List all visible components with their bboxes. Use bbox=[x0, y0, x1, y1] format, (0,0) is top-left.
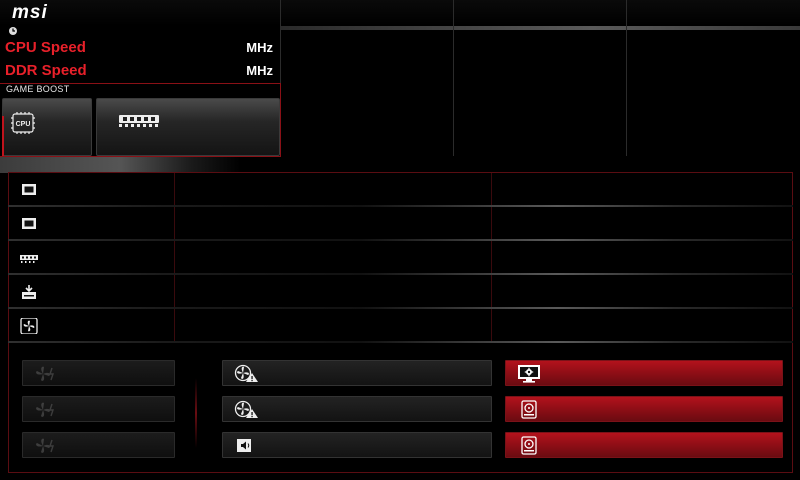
fan-control-button[interactable] bbox=[22, 432, 175, 458]
hdd-icon bbox=[521, 436, 537, 455]
column-divider bbox=[491, 309, 492, 343]
column-divider bbox=[174, 275, 175, 309]
clock-icon bbox=[9, 27, 17, 35]
device-list bbox=[8, 173, 793, 349]
ddr-speed-unit: MHz bbox=[246, 63, 273, 78]
column-divider bbox=[491, 241, 492, 275]
ddr-speed-row: DDR Speed MHz bbox=[5, 62, 277, 82]
cpu-speed-label: CPU Speed bbox=[5, 39, 86, 56]
monitor-icon bbox=[22, 184, 36, 195]
cpu-speed-unit: MHz bbox=[246, 40, 273, 55]
fan-icon bbox=[36, 402, 54, 417]
button-accent bbox=[2, 116, 4, 156]
ddr-speed-label: DDR Speed bbox=[5, 62, 87, 79]
fan-control-button[interactable] bbox=[22, 360, 175, 386]
list-row[interactable] bbox=[8, 173, 793, 207]
fan-icon bbox=[36, 438, 54, 453]
monitor-icon bbox=[22, 218, 36, 229]
list-row[interactable] bbox=[8, 309, 793, 343]
monitor-settings-button[interactable] bbox=[505, 360, 783, 386]
list-row[interactable] bbox=[8, 207, 793, 241]
game-boost-label: GAME BOOST bbox=[6, 84, 70, 94]
header-separator bbox=[453, 0, 454, 156]
speaker-icon bbox=[237, 439, 251, 452]
cpu-chip-icon: CPU bbox=[11, 112, 35, 134]
hdd-icon bbox=[521, 400, 537, 419]
memory-profile-button[interactable] bbox=[96, 98, 280, 156]
fan-warning-icon bbox=[234, 400, 258, 418]
section-band bbox=[0, 157, 800, 173]
audio-button[interactable] bbox=[222, 432, 492, 458]
storage-icon bbox=[22, 285, 36, 299]
frame-bottom bbox=[8, 472, 793, 473]
monitor-settings-icon bbox=[518, 365, 540, 383]
list-row[interactable] bbox=[8, 241, 793, 275]
fan-control-button[interactable] bbox=[22, 396, 175, 422]
column-divider bbox=[491, 207, 492, 241]
row-separator bbox=[8, 341, 793, 343]
header-separator bbox=[626, 0, 627, 156]
fan-warning-icon bbox=[234, 364, 258, 382]
storage-button[interactable] bbox=[505, 396, 783, 422]
fan-warning-button[interactable] bbox=[222, 360, 492, 386]
column-divider bbox=[174, 241, 175, 275]
fan-icon bbox=[36, 366, 54, 381]
cpu-speed-row: CPU Speed MHz bbox=[5, 39, 277, 59]
column-divider bbox=[174, 309, 175, 343]
memory-icon bbox=[20, 255, 38, 263]
column-divider bbox=[174, 173, 175, 207]
memory-module-icon bbox=[119, 115, 159, 127]
top-bar bbox=[0, 0, 800, 26]
fan-icon bbox=[20, 318, 38, 334]
cpu-chip-text: CPU bbox=[16, 121, 31, 128]
column-divider bbox=[491, 275, 492, 309]
fan-warning-button[interactable] bbox=[222, 396, 492, 422]
column-divider bbox=[491, 173, 492, 207]
top-bar-divider bbox=[280, 26, 800, 30]
msi-logo: msi bbox=[12, 2, 48, 23]
button-group-divider bbox=[195, 378, 197, 448]
cpu-profile-button[interactable]: CPU bbox=[2, 98, 92, 156]
storage-button[interactable] bbox=[505, 432, 783, 458]
list-row[interactable] bbox=[8, 275, 793, 309]
column-divider bbox=[174, 207, 175, 241]
